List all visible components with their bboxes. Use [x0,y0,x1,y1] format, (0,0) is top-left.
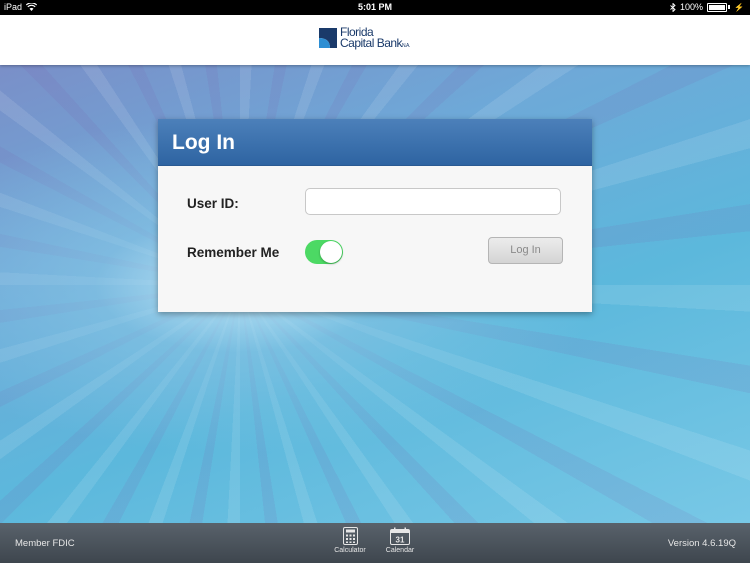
bluetooth-icon [670,2,676,12]
member-fdic: Member FDIC [15,538,75,549]
calculator-icon [342,527,358,545]
login-button[interactable]: Log In [488,237,563,264]
battery-percent: 100% [680,2,704,12]
battery-icon [707,2,728,12]
app-header: Florida Capital BankN.A. [0,15,750,65]
logo-line-2: Capital Bank [340,36,403,50]
calculator-button[interactable]: Calculator [328,527,372,554]
bank-logo: Florida Capital BankN.A. [318,26,410,52]
status-bar: iPad 5:01 PM 100% ⚡ [0,0,750,15]
calendar-icon: 31 [390,527,410,545]
logo-mark-icon [319,28,337,48]
calendar-button[interactable]: 31 Calendar [378,527,422,554]
logo-text: Florida Capital BankN.A. [340,26,410,52]
remember-me-label: Remember Me [187,245,280,260]
toggle-knob [320,241,342,263]
logo-suffix: N.A. [402,43,410,49]
login-panel: Log In User ID: Remember Me Log In [158,119,592,312]
calendar-label: Calendar [385,547,415,554]
charging-icon: ⚡ [734,2,744,12]
status-right: 100% ⚡ [670,2,744,12]
calendar-day: 31 [396,536,405,545]
calculator-label: Calculator [334,547,366,554]
login-panel-header: Log In [158,119,592,166]
login-title: Log In [172,131,235,154]
app-footer: Member FDIC Calculator 31 Calendar Versi… [0,523,750,563]
user-id-input[interactable] [305,188,561,215]
remember-me-toggle[interactable] [305,240,343,264]
battery-tip [728,5,731,9]
app-version: Version 4.6.19Q [667,538,736,549]
user-id-label: User ID: [187,196,239,211]
status-time: 5:01 PM [357,2,392,12]
